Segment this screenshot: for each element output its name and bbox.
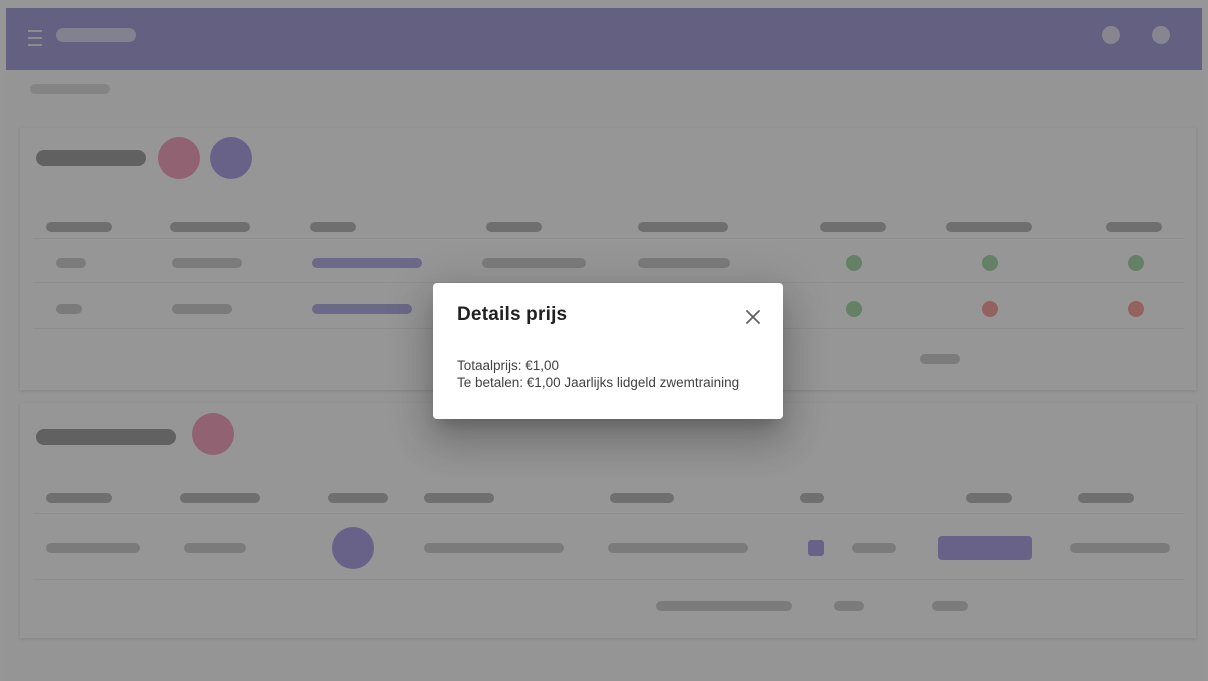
close-icon	[746, 310, 760, 324]
dialog-title: Details prijs	[457, 304, 568, 325]
amount-due-text: Te betalen: €1,00 Jaarlijks lidgeld zwem…	[457, 375, 740, 390]
price-details-dialog: Details prijs Totaalprijs: €1,00 Te beta…	[433, 283, 783, 419]
close-button[interactable]	[737, 301, 769, 333]
dialog-body: Totaalprijs: €1,00 Te betalen: €1,00 Jaa…	[457, 357, 739, 391]
total-price-text: Totaalprijs: €1,00	[457, 358, 560, 373]
